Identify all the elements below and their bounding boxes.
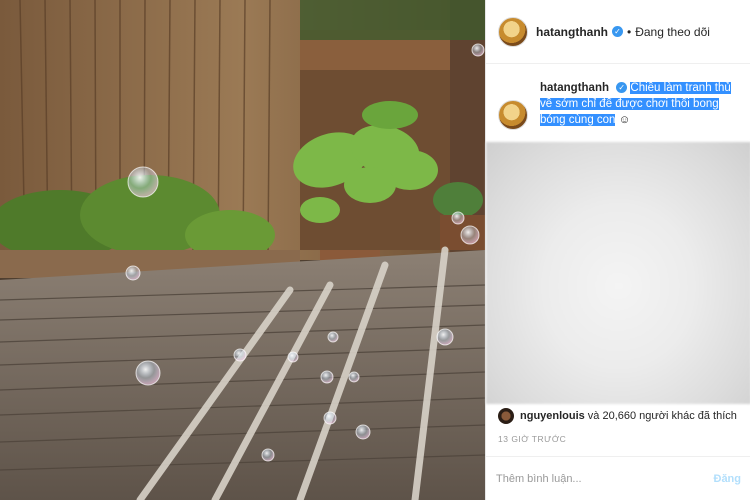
comment-input[interactable]: Thêm bình luận...	[496, 473, 582, 485]
avatar[interactable]	[498, 16, 528, 47]
blurred-comments	[486, 142, 750, 404]
comment-bar: Thêm bình luận... Đăng	[486, 456, 750, 500]
caption-username[interactable]: hatangthanh	[540, 82, 609, 94]
likes-line: nguyenlouis và 20,660 người khác đã thíc…	[498, 408, 737, 424]
caption-avatar[interactable]	[498, 100, 528, 130]
following-button[interactable]: Đang theo dõi	[635, 25, 710, 39]
separator-dot: •	[627, 24, 632, 39]
verified-badge-icon: ✓	[616, 82, 628, 94]
username[interactable]: hatangthanh	[536, 25, 608, 39]
caption: hatangthanh ✓ Chiều làm tranh thủ về sớm…	[486, 64, 750, 144]
post-photo	[0, 0, 485, 500]
garden-photo	[0, 0, 485, 500]
likes-count-text[interactable]: và 20,660 người khác đã thích	[588, 410, 737, 422]
post-header: hatangthanh ✓ • Đang theo dõi	[486, 0, 750, 64]
post-time: 13 GIỜ TRƯỚC	[498, 434, 567, 444]
post-comment-button[interactable]: Đăng	[714, 473, 742, 485]
post-sidebar: hatangthanh ✓ • Đang theo dõi hatangthan…	[485, 0, 750, 500]
liker-avatar[interactable]	[498, 408, 514, 424]
caption-text: hatangthanh ✓ Chiều làm tranh thủ về sớm…	[540, 80, 740, 128]
emoji-icon: ☺	[618, 114, 631, 126]
verified-badge-icon: ✓	[612, 26, 623, 37]
liker-username[interactable]: nguyenlouis	[520, 410, 585, 422]
